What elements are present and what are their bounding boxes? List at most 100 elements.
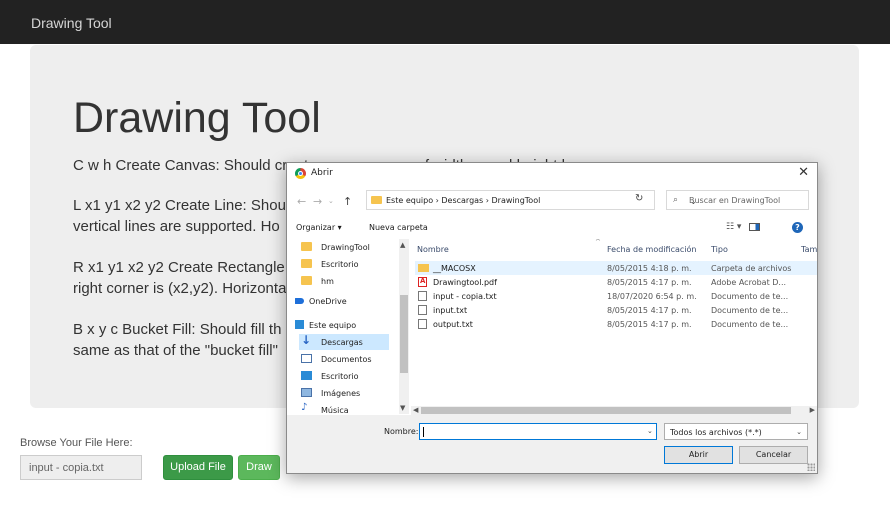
download-icon	[301, 333, 312, 347]
up-arrow-icon[interactable]: ↑	[343, 195, 352, 208]
file-date: 8/05/2015 4:17 p. m.	[607, 306, 692, 315]
open-button[interactable]: Abrir	[664, 446, 733, 464]
forward-arrow-icon[interactable]: →	[313, 195, 322, 208]
file-date: 8/05/2015 4:18 p. m.	[607, 264, 692, 273]
navigation-pane: DrawingTool Escritorio hm OneDrive Este …	[295, 239, 399, 414]
scroll-down-icon[interactable]: ▼	[400, 404, 405, 412]
cloud-icon	[295, 298, 304, 304]
text-file-icon	[418, 305, 427, 315]
navbar-brand[interactable]: Drawing Tool	[31, 15, 112, 31]
document-icon	[301, 354, 312, 363]
open-file-dialog: Abrir ✕ ← → ⌄ ↑ Este equipo › Descargas …	[286, 162, 818, 474]
file-type: Carpeta de archivos	[711, 264, 792, 273]
text-file-icon	[418, 319, 427, 329]
scroll-up-icon[interactable]: ▲	[400, 241, 405, 249]
file-input[interactable]: input - copia.txt	[20, 455, 142, 480]
column-header-size[interactable]: Tama	[801, 245, 817, 254]
file-date: 18/07/2020 6:54 p. m.	[607, 292, 697, 301]
nav-item-label: Documentos	[321, 355, 372, 364]
file-row[interactable]: Drawingtool.pdf 8/05/2015 4:17 p. m. Ado…	[415, 275, 817, 289]
view-options-icon[interactable]: ☷ ▾	[726, 222, 741, 232]
nav-item-drawingtool[interactable]: DrawingTool	[299, 239, 389, 255]
pdf-icon	[418, 277, 427, 287]
file-row[interactable]: __MACOSX 8/05/2015 4:18 p. m. Carpeta de…	[415, 261, 817, 275]
scroll-thumb[interactable]	[400, 295, 408, 373]
nav-scrollbar[interactable]: ▲ ▼	[399, 239, 409, 414]
address-bar[interactable]: Este equipo › Descargas › DrawingTool ⌄	[366, 190, 697, 210]
address-row: ← → ⌄ ↑ Este equipo › Descargas › Drawin…	[287, 189, 817, 213]
back-arrow-icon[interactable]: ←	[297, 195, 306, 208]
file-type: Documento de te...	[711, 292, 789, 301]
page-title: Drawing Tool	[73, 94, 321, 142]
file-list: Nombre ^ Fecha de modificación Tipo Tama…	[411, 239, 817, 414]
resize-grip-icon[interactable]	[807, 463, 815, 471]
command-create-rectangle: R x1 y1 x2 y2 Create Rectangle	[73, 259, 285, 276]
help-icon[interactable]: ?	[792, 222, 803, 233]
column-header-name[interactable]: Nombre	[417, 245, 449, 254]
new-folder-button[interactable]: Nueva carpeta	[369, 223, 428, 232]
file-type: Documento de te...	[711, 320, 789, 329]
refresh-icon[interactable]: ↻	[635, 193, 643, 204]
folder-icon	[418, 264, 429, 272]
nav-item-hm[interactable]: hm	[299, 273, 389, 289]
filename-label: Nombre:	[384, 427, 419, 436]
sort-ascending-icon: ^	[595, 239, 601, 246]
text-caret	[423, 427, 424, 437]
nav-item-imagenes[interactable]: Imágenes	[299, 385, 389, 401]
scroll-right-icon[interactable]: ▶	[810, 406, 815, 414]
nav-item-documentos[interactable]: Documentos	[299, 351, 389, 367]
file-type: Adobe Acrobat D...	[711, 278, 787, 287]
file-date: 8/05/2015 4:17 p. m.	[607, 278, 692, 287]
search-icon: ⌕	[673, 195, 679, 205]
column-header-date[interactable]: Fecha de modificación	[607, 245, 696, 254]
nav-item-este-equipo[interactable]: Este equipo	[295, 317, 381, 333]
text-file-icon	[418, 291, 427, 301]
nav-item-escritorio[interactable]: Escritorio	[299, 256, 389, 272]
file-row[interactable]: input.txt 8/05/2015 4:17 p. m. Documento…	[415, 303, 817, 317]
folder-icon	[301, 276, 312, 285]
chevron-down-icon[interactable]: ⌄	[647, 427, 653, 435]
file-name: input - copia.txt	[433, 292, 497, 301]
organize-menu[interactable]: Organizar ▾	[296, 223, 342, 232]
command-line-detail: vertical lines are supported. Ho	[73, 218, 280, 235]
nav-item-label: Descargas	[321, 338, 363, 347]
close-icon[interactable]: ✕	[798, 165, 809, 180]
folder-icon	[301, 259, 312, 268]
nav-item-label: Música	[321, 406, 349, 414]
nav-item-label: Escritorio	[321, 260, 359, 269]
breadcrumb[interactable]: Este equipo › Descargas › DrawingTool	[386, 196, 540, 205]
computer-icon	[295, 320, 304, 329]
file-name: output.txt	[433, 320, 473, 329]
folder-icon	[371, 196, 382, 204]
horizontal-scrollbar[interactable]: ◀ ▶	[411, 406, 817, 415]
file-row[interactable]: input - copia.txt 18/07/2020 6:54 p. m. …	[415, 289, 817, 303]
filetype-select[interactable]: Todos los archivos (*.*) ⌄	[664, 423, 808, 440]
scroll-thumb[interactable]	[421, 407, 791, 414]
scroll-left-icon[interactable]: ◀	[413, 406, 418, 414]
desktop-icon	[301, 371, 312, 380]
chrome-icon	[295, 168, 306, 179]
file-date: 8/05/2015 4:17 p. m.	[607, 320, 692, 329]
filename-input[interactable]	[419, 423, 657, 440]
search-placeholder: Buscar en DrawingTool	[689, 196, 781, 205]
draw-button[interactable]: Draw	[238, 455, 280, 480]
dialog-footer: Nombre: ⌄ Todos los archivos (*.*) ⌄ Abr…	[287, 415, 817, 473]
file-row[interactable]: output.txt 8/05/2015 4:17 p. m. Document…	[415, 317, 817, 331]
file-name: __MACOSX	[433, 264, 476, 273]
nav-item-label: Escritorio	[321, 372, 359, 381]
nav-item-onedrive[interactable]: OneDrive	[295, 293, 381, 309]
command-bucket-fill: B x y c Bucket Fill: Should fill th	[73, 321, 282, 338]
nav-item-escritorio-2[interactable]: Escritorio	[299, 368, 389, 384]
upload-file-button[interactable]: Upload File	[163, 455, 233, 480]
nav-item-label: Este equipo	[309, 321, 357, 330]
search-input[interactable]: ⌕ Buscar en DrawingTool	[666, 190, 809, 210]
nav-item-musica[interactable]: ♪ Música	[299, 402, 389, 414]
dialog-titlebar[interactable]: Abrir ✕	[287, 163, 817, 185]
history-chevron-icon[interactable]: ⌄	[328, 197, 334, 205]
command-create-line: L x1 y1 x2 y2 Create Line: Shou	[73, 197, 286, 214]
column-header-type[interactable]: Tipo	[711, 245, 728, 254]
preview-pane-icon[interactable]	[749, 223, 760, 231]
nav-item-descargas[interactable]: Descargas	[299, 333, 389, 350]
cancel-button[interactable]: Cancelar	[739, 446, 808, 464]
folder-icon	[301, 242, 312, 251]
